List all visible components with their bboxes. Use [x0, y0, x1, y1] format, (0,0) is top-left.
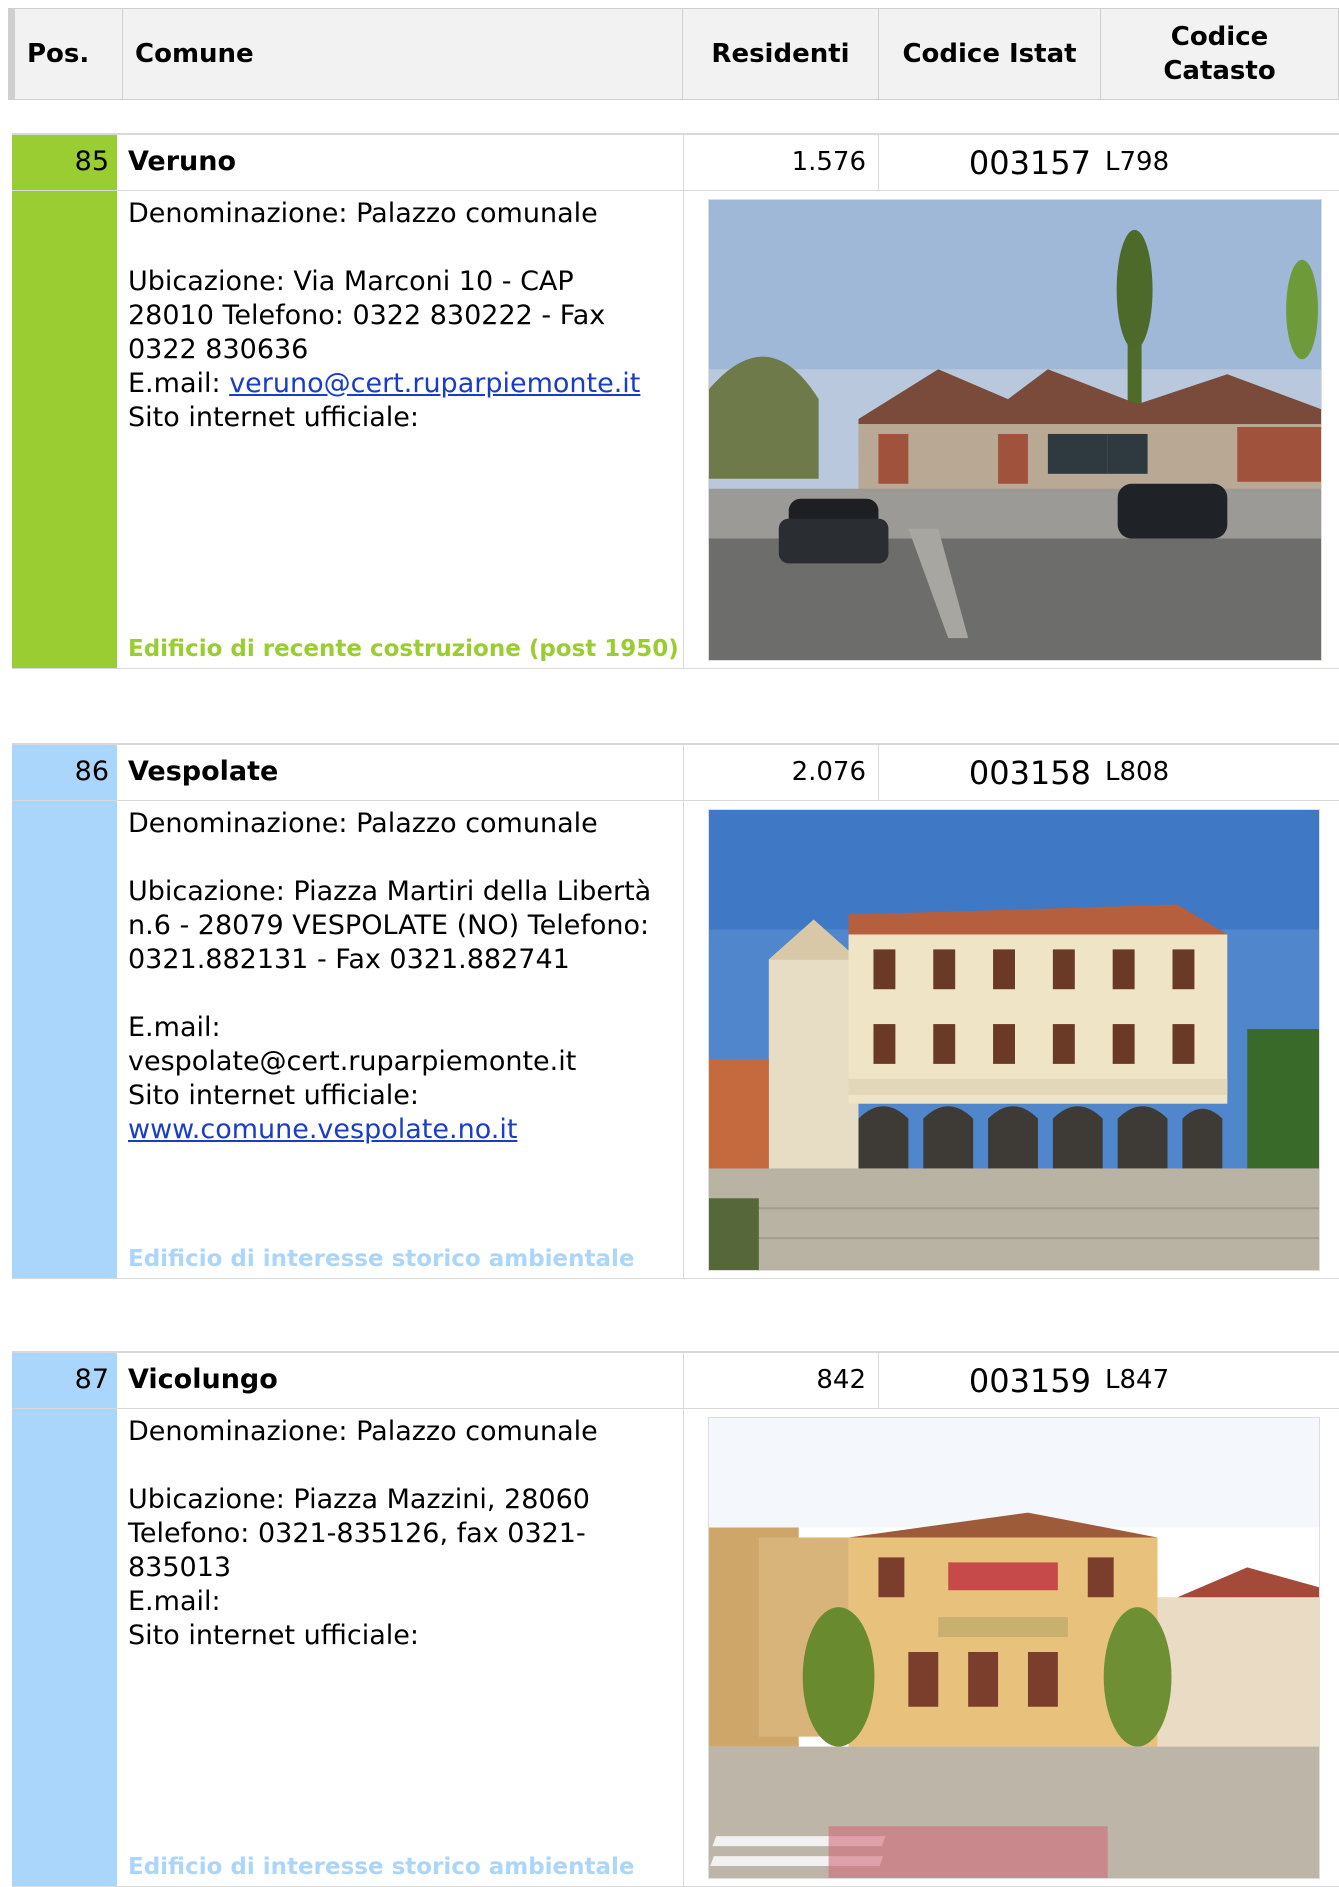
table-header: Pos. Comune Residenti Codice Istat Codic…: [8, 8, 1339, 100]
email-link[interactable]: veruno@cert.ruparpiemonte.it: [229, 368, 640, 399]
header-comune: Comune: [123, 9, 683, 99]
sito-label: Sito internet ufficiale:: [128, 1080, 419, 1111]
ubicazione-text: Ubicazione: Piazza Mazzini, 28060 Telefo…: [128, 1484, 590, 1583]
category-color-bar: [12, 1409, 117, 1886]
ubicazione-text: Ubicazione: Via Marconi 10 - CAP 28010 T…: [128, 266, 606, 365]
website-link[interactable]: www.comune.vespolate.no.it: [128, 1114, 517, 1145]
header-residenti: Residenti: [683, 9, 879, 99]
email-line: E.mail: veruno@cert.ruparpiemonte.it: [128, 367, 668, 401]
denominazione-text: Denominazione: Palazzo comunale: [128, 1416, 598, 1447]
historic-town-hall-photo: [708, 809, 1320, 1271]
istat-code: 003158: [968, 754, 1091, 792]
modern-town-hall-photo: [708, 199, 1322, 661]
building-category-note: Edificio di recente costruzione (post 19…: [128, 636, 679, 662]
municipality-name: Veruno: [128, 146, 237, 177]
municipality-name: Vespolate: [128, 756, 279, 787]
building-category-note: Edificio di interesse storico ambientale: [128, 1246, 635, 1272]
residents-count: 842: [816, 1365, 866, 1395]
catasto-code: L798: [1105, 147, 1170, 177]
header-codice-istat: Codice Istat: [879, 9, 1101, 99]
email-label: E.mail:: [128, 1586, 221, 1617]
entry-summary-row: 87 Vicolungo 842 003159 L847: [12, 1351, 1339, 1409]
entry-description: Denominazione: Palazzo comunale Ubicazio…: [128, 1415, 668, 1653]
entry-detail-row: Denominazione: Palazzo comunale Ubicazio…: [12, 1409, 1339, 1887]
sito-label: Sito internet ufficiale:: [128, 402, 419, 433]
entry-detail-row: Denominazione: Palazzo comunale Ubicazio…: [12, 191, 1339, 669]
sito-label: Sito internet ufficiale:: [128, 1620, 419, 1651]
entry-description: Denominazione: Palazzo comunale Ubicazio…: [128, 197, 668, 435]
ubicazione-text: Ubicazione: Piazza Martiri della Libertà…: [128, 876, 652, 975]
denominazione-text: Denominazione: Palazzo comunale: [128, 808, 598, 839]
email-label: E.mail:: [128, 368, 221, 399]
entry-summary-row: 86 Vespolate 2.076 003158 L808: [12, 743, 1339, 801]
position-cell: 87: [12, 1353, 117, 1408]
email-text: vespolate@cert.ruparpiemonte.it: [128, 1046, 577, 1077]
entry-detail-row: Denominazione: Palazzo comunale Ubicazio…: [12, 801, 1339, 1279]
category-color-bar: [12, 801, 117, 1278]
residents-count: 2.076: [791, 757, 866, 787]
catasto-code: L808: [1105, 757, 1170, 787]
email-label: E.mail:: [128, 1012, 221, 1043]
entry-description: Denominazione: Palazzo comunale Ubicazio…: [128, 807, 668, 1147]
municipio-building-photo: [708, 1417, 1320, 1879]
header-pos: Pos.: [9, 9, 123, 99]
istat-code: 003159: [968, 1362, 1091, 1400]
istat-code: 003157: [968, 144, 1091, 182]
position-cell: 85: [12, 135, 117, 190]
entry-summary-row: 85 Veruno 1.576 003157 L798: [12, 133, 1339, 191]
category-color-bar: [12, 191, 117, 668]
denominazione-text: Denominazione: Palazzo comunale: [128, 198, 598, 229]
residents-count: 1.576: [791, 147, 866, 177]
municipality-name: Vicolungo: [128, 1364, 278, 1395]
header-codice-catasto: Codice Catasto: [1101, 9, 1338, 99]
building-category-note: Edificio di interesse storico ambientale: [128, 1854, 635, 1880]
catasto-code: L847: [1105, 1365, 1170, 1395]
position-cell: 86: [12, 745, 117, 800]
